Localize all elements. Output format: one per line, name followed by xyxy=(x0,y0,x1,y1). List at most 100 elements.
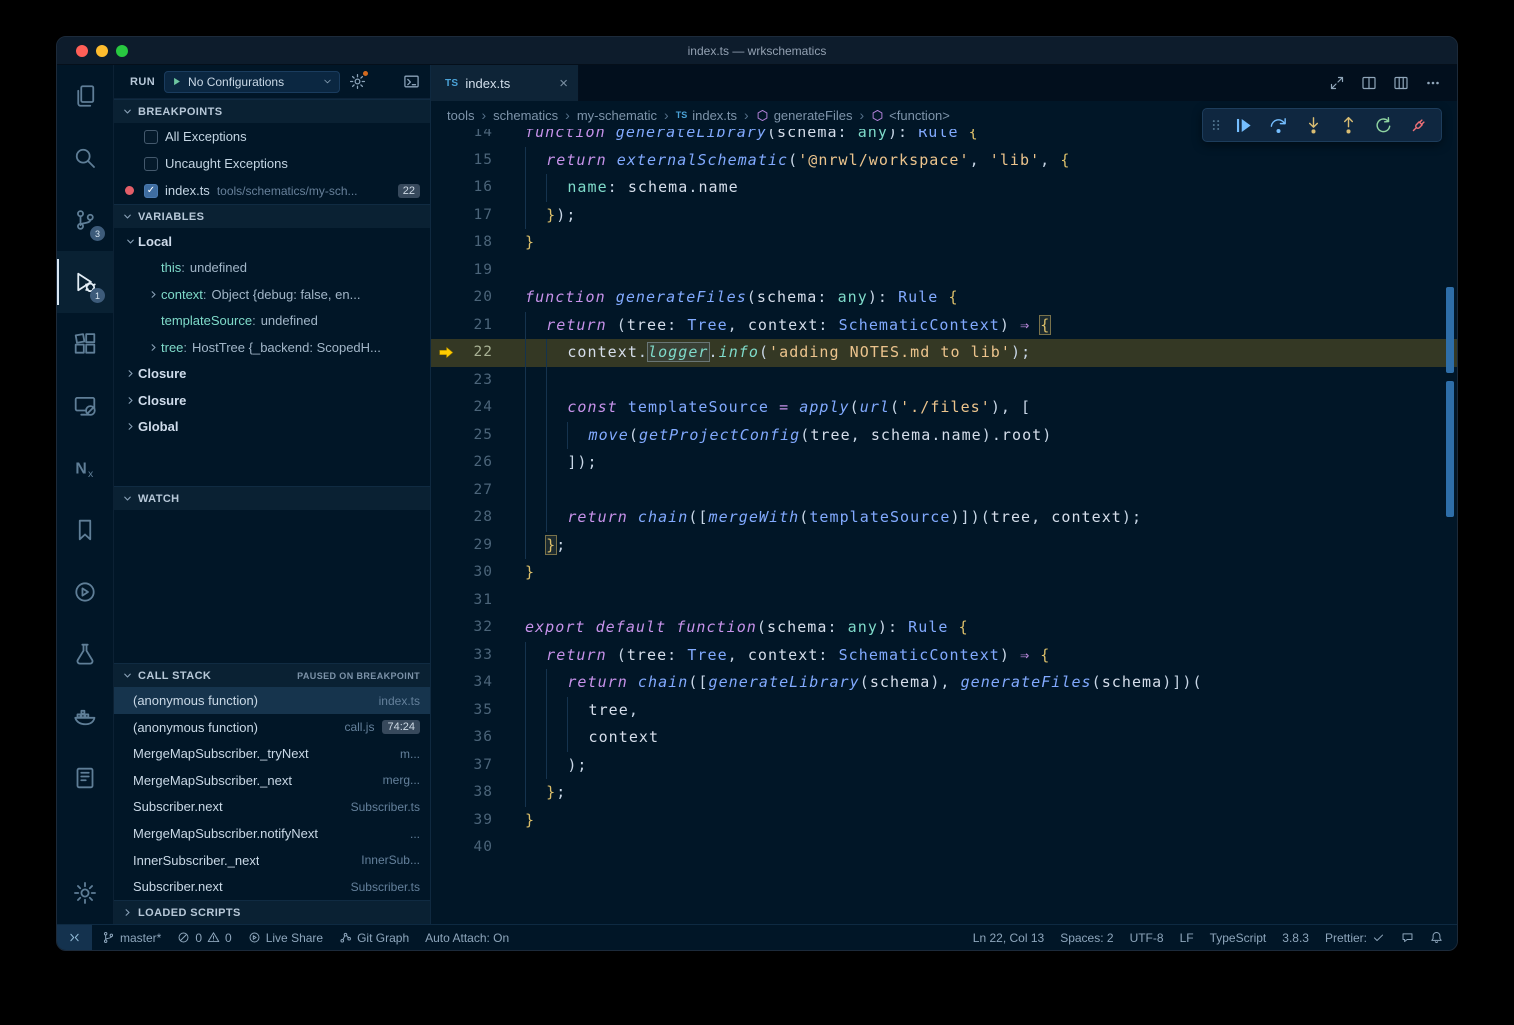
status-eol[interactable]: LF xyxy=(1172,925,1202,950)
gutter[interactable]: 35 xyxy=(431,697,525,725)
breadcrumb-item[interactable]: tools xyxy=(447,108,474,123)
code-text[interactable]: }; xyxy=(525,532,1457,560)
code-line-34[interactable]: 34 return chain([generateLibrary(schema)… xyxy=(431,669,1457,697)
code-line-21[interactable]: 21 return (tree: Tree, context: Schemati… xyxy=(431,312,1457,340)
code-line-15[interactable]: 15 return externalSchematic('@nrwl/works… xyxy=(431,147,1457,175)
variables-header[interactable]: VARIABLES xyxy=(114,204,430,228)
status-live-share[interactable]: Live Share xyxy=(240,925,331,950)
status-problems[interactable]: 00 xyxy=(169,925,239,950)
code-text[interactable]: export default function(schema: any): Ru… xyxy=(525,614,1457,642)
code-line-33[interactable]: 33 return (tree: Tree, context: Schemati… xyxy=(431,642,1457,670)
gutter[interactable]: 18 xyxy=(431,229,525,257)
status-notifications[interactable] xyxy=(1422,925,1451,950)
breakpoint-row[interactable]: All Exceptions xyxy=(114,123,430,150)
activity-notebooks[interactable] xyxy=(57,747,113,809)
variable-scope-row[interactable]: Global xyxy=(114,414,430,441)
status-git-branch[interactable]: master* xyxy=(94,925,169,950)
gutter[interactable]: 26 xyxy=(431,449,525,477)
variable-row[interactable]: templateSource:undefined xyxy=(114,308,430,335)
code-line-28[interactable]: 28 return chain([mergeWith(templateSourc… xyxy=(431,504,1457,532)
launch-config-dropdown[interactable]: No Configurations xyxy=(164,71,340,93)
status-git-graph[interactable]: Git Graph xyxy=(331,925,417,950)
status-indentation[interactable]: Spaces: 2 xyxy=(1052,925,1121,950)
code-text[interactable]: }; xyxy=(525,779,1457,807)
code-text[interactable]: } xyxy=(525,229,1457,257)
code-line-19[interactable]: 19 xyxy=(431,257,1457,285)
stack-frame-row[interactable]: (anonymous function)call.js74:24 xyxy=(114,714,430,741)
status-prettier[interactable]: Prettier: xyxy=(1317,925,1393,950)
code-line-18[interactable]: 18} xyxy=(431,229,1457,257)
gutter[interactable]: 15 xyxy=(431,147,525,175)
code-line-30[interactable]: 30} xyxy=(431,559,1457,587)
checkbox[interactable] xyxy=(144,130,158,144)
activity-docker[interactable] xyxy=(57,685,113,747)
stack-frame-row[interactable]: Subscriber.nextSubscriber.ts xyxy=(114,794,430,821)
code-line-31[interactable]: 31 xyxy=(431,587,1457,615)
gutter[interactable]: 20 xyxy=(431,284,525,312)
checkbox[interactable] xyxy=(144,157,158,171)
gutter[interactable]: 24 xyxy=(431,394,525,422)
activity-tests[interactable] xyxy=(57,623,113,685)
status-auto-attach[interactable]: Auto Attach: On xyxy=(417,925,517,950)
code-text[interactable] xyxy=(525,257,1457,285)
gutter[interactable]: 32 xyxy=(431,614,525,642)
code-text[interactable]: } xyxy=(525,807,1457,835)
code-line-25[interactable]: 25 move(getProjectConfig(tree, schema.na… xyxy=(431,422,1457,450)
stack-frame-row[interactable]: MergeMapSubscriber._nextmerg... xyxy=(114,767,430,794)
code-text[interactable]: } xyxy=(525,559,1457,587)
status-encoding[interactable]: UTF-8 xyxy=(1122,925,1172,950)
more-actions-button[interactable] xyxy=(1419,70,1447,96)
gutter[interactable]: 33 xyxy=(431,642,525,670)
gutter[interactable]: 36 xyxy=(431,724,525,752)
debug-console-button[interactable] xyxy=(403,73,420,90)
code-text[interactable]: }); xyxy=(525,202,1457,230)
code-viewport[interactable]: 14function generateLibrary(schema: any):… xyxy=(431,129,1457,924)
activity-source-control[interactable]: 3 xyxy=(57,189,113,251)
code-text[interactable]: const templateSource = apply(url('./file… xyxy=(525,394,1457,422)
overview-ruler[interactable] xyxy=(1443,129,1457,924)
customize-layout-button[interactable] xyxy=(1387,70,1415,96)
code-text[interactable]: context.logger.info('adding NOTES.md to … xyxy=(525,339,1457,367)
variable-row[interactable]: this:undefined xyxy=(114,255,430,282)
code-text[interactable]: move(getProjectConfig(tree, schema.name)… xyxy=(525,422,1457,450)
status-remote-indicator[interactable] xyxy=(57,925,92,950)
activity-search[interactable] xyxy=(57,127,113,189)
gutter[interactable]: 38 xyxy=(431,779,525,807)
debug-settings-button[interactable] xyxy=(349,73,366,90)
gutter[interactable]: 40 xyxy=(431,834,525,862)
open-changes-button[interactable] xyxy=(1323,70,1351,96)
activity-run-and-debug[interactable]: 1 xyxy=(57,251,113,313)
code-text[interactable]: ]); xyxy=(525,449,1457,477)
continue-button[interactable] xyxy=(1226,110,1261,140)
loaded-scripts-header[interactable]: LOADED SCRIPTS xyxy=(114,900,430,924)
breadcrumb-item[interactable]: TSindex.ts xyxy=(676,108,737,123)
step-over-button[interactable] xyxy=(1261,110,1296,140)
gutter[interactable]: 23 xyxy=(431,367,525,395)
drag-handle-icon[interactable] xyxy=(1208,114,1224,136)
status-language-mode[interactable]: TypeScript xyxy=(1202,925,1275,950)
stack-frame-row[interactable]: MergeMapSubscriber.notifyNext... xyxy=(114,820,430,847)
gutter[interactable]: 30 xyxy=(431,559,525,587)
code-line-40[interactable]: 40 xyxy=(431,834,1457,862)
code-line-37[interactable]: 37 ); xyxy=(431,752,1457,780)
code-text[interactable] xyxy=(525,477,1457,505)
gutter[interactable]: 19 xyxy=(431,257,525,285)
stack-frame-row[interactable]: InnerSubscriber._nextInnerSub... xyxy=(114,847,430,874)
close-window-button[interactable] xyxy=(76,45,88,57)
status-feedback[interactable] xyxy=(1393,925,1422,950)
code-line-24[interactable]: 24 const templateSource = apply(url('./f… xyxy=(431,394,1457,422)
breakpoint-row[interactable]: Uncaught Exceptions xyxy=(114,150,430,177)
code-text[interactable]: return chain([generateLibrary(schema), g… xyxy=(525,669,1457,697)
variable-scope-row[interactable]: Local xyxy=(114,228,430,255)
code-line-26[interactable]: 26 ]); xyxy=(431,449,1457,477)
variable-row[interactable]: tree:HostTree {_backend: ScopedH... xyxy=(114,334,430,361)
step-into-button[interactable] xyxy=(1296,110,1331,140)
status-cursor-position[interactable]: Ln 22, Col 13 xyxy=(965,925,1052,950)
call-stack-header[interactable]: CALL STACK PAUSED ON BREAKPOINT xyxy=(114,663,430,687)
activity-extensions[interactable] xyxy=(57,313,113,375)
variable-scope-row[interactable]: Closure xyxy=(114,361,430,388)
variable-row[interactable]: context:Object {debug: false, en... xyxy=(114,281,430,308)
code-line-22[interactable]: 22 context.logger.info('adding NOTES.md … xyxy=(431,339,1457,367)
gutter[interactable]: 34 xyxy=(431,669,525,697)
activity-live-share[interactable] xyxy=(57,561,113,623)
